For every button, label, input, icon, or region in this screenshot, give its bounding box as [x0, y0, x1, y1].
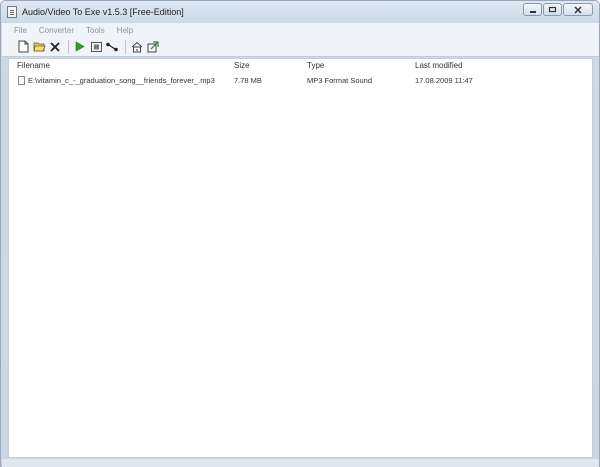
status-bar — [2, 459, 599, 467]
route-icon — [106, 42, 118, 51]
window-title: Audio/Video To Exe v1.5.3 [Free-Edition] — [22, 7, 184, 17]
close-button[interactable] — [563, 3, 593, 16]
file-modified: 17.08.2009 11:47 — [415, 76, 473, 85]
title-bar[interactable]: Audio/Video To Exe v1.5.3 [Free-Edition] — [1, 1, 599, 23]
route-button[interactable] — [105, 40, 119, 54]
app-window: Audio/Video To Exe v1.5.3 [Free-Edition]… — [0, 0, 600, 467]
open-folder-button[interactable] — [32, 40, 46, 54]
minimize-button[interactable] — [523, 3, 542, 16]
file-size: 7.78 MB — [234, 76, 262, 85]
maximize-icon — [548, 6, 557, 13]
play-icon — [75, 41, 85, 52]
toolbar — [2, 37, 599, 57]
close-icon — [574, 5, 582, 14]
column-header-last-modified[interactable]: Last modified — [415, 61, 463, 70]
open-folder-icon — [33, 42, 46, 52]
file-list[interactable]: Filename Size Type Last modified E:\vita… — [8, 58, 593, 458]
settings-icon — [147, 40, 159, 52]
convert-button[interactable] — [89, 40, 103, 54]
new-file-icon — [18, 40, 28, 53]
menu-bar: File Converter Tools Help — [2, 23, 599, 37]
menu-tools[interactable]: Tools — [86, 26, 105, 35]
home-button[interactable] — [130, 40, 144, 54]
column-header-filename[interactable]: Filename — [17, 61, 50, 70]
app-icon — [7, 6, 17, 18]
home-icon — [131, 41, 143, 52]
column-header-size[interactable]: Size — [234, 61, 250, 70]
file-name: E:\vitamin_c_-_graduation_song__friends_… — [28, 76, 215, 85]
film-icon — [90, 41, 102, 52]
toolbar-separator — [125, 39, 126, 54]
minimize-icon — [529, 10, 536, 13]
menu-help[interactable]: Help — [117, 26, 133, 35]
remove-icon — [50, 41, 60, 52]
file-type: MP3 Format Sound — [307, 76, 373, 85]
maximize-button[interactable] — [543, 3, 562, 16]
column-header-type[interactable]: Type — [307, 61, 324, 70]
menu-converter[interactable]: Converter — [39, 26, 74, 35]
toolbar-separator — [68, 39, 69, 54]
window-controls — [523, 3, 593, 16]
new-file-button[interactable] — [16, 40, 30, 54]
play-button[interactable] — [73, 40, 87, 54]
list-header: Filename Size Type Last modified — [9, 59, 592, 73]
list-item[interactable]: E:\vitamin_c_-_graduation_song__friends_… — [9, 75, 592, 87]
settings-button[interactable] — [146, 40, 160, 54]
remove-button[interactable] — [48, 40, 62, 54]
menu-file[interactable]: File — [14, 26, 27, 35]
audio-file-icon — [18, 76, 25, 85]
